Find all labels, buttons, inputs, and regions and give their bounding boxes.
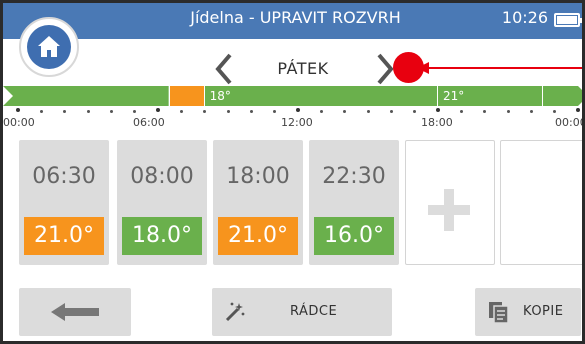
thermostat-screen: Jídelna - UPRAVIT ROZVRH 10:26 PÁTEK 18°… xyxy=(0,0,585,344)
copy-label: KOPIE xyxy=(523,304,564,319)
annotation-line xyxy=(421,67,582,69)
program-tile-1[interactable]: 06:30 21.0° xyxy=(19,140,109,265)
timeline-segment xyxy=(204,86,437,106)
add-program-tile[interactable] xyxy=(405,140,495,265)
timeline-tick xyxy=(343,110,347,113)
previous-day-button[interactable] xyxy=(208,51,238,87)
timeline-tick xyxy=(483,110,487,113)
day-navigator: PÁTEK xyxy=(203,51,403,87)
wizard-label: RÁDCE xyxy=(290,304,338,319)
segment-temp-label: 18° xyxy=(209,89,231,103)
timeline-tick xyxy=(576,108,580,112)
timeline-tick xyxy=(179,110,183,113)
timeline-hour-label: 00:00 xyxy=(555,116,585,129)
program-time: 06:30 xyxy=(32,164,96,189)
segment-temp-label: 21° xyxy=(443,89,465,103)
timeline-tick xyxy=(273,110,277,113)
plus-icon xyxy=(428,189,470,231)
timeline-tick xyxy=(133,110,137,113)
timeline-segment xyxy=(543,86,585,106)
timeline-segment xyxy=(169,86,204,106)
timeline-tick xyxy=(39,110,43,113)
timeline-hour-label: 00:00 xyxy=(3,116,35,129)
program-temp: 18.0° xyxy=(122,217,202,255)
timeline-tick xyxy=(296,108,300,112)
arrow-left-icon xyxy=(51,303,99,321)
magic-wand-icon xyxy=(225,302,245,322)
timeline-tick xyxy=(506,110,510,113)
wizard-button[interactable]: RÁDCE xyxy=(212,288,392,336)
timeline-segment xyxy=(3,86,169,106)
timeline-tick xyxy=(249,110,253,113)
timeline-tick xyxy=(16,108,20,112)
timeline-tick xyxy=(203,110,207,113)
clock: 10:26 xyxy=(501,8,548,27)
timeline-hour-label: 12:00 xyxy=(281,116,313,129)
home-icon xyxy=(27,25,71,69)
battery-icon xyxy=(554,13,582,27)
home-button[interactable] xyxy=(19,17,79,77)
timeline-tick xyxy=(109,110,113,113)
copy-button[interactable]: KOPIE xyxy=(475,288,581,336)
annotation-dot xyxy=(393,52,424,83)
program-tile-4[interactable]: 22:30 16.0° xyxy=(309,140,399,265)
program-temp: 21.0° xyxy=(24,217,104,255)
timeline-tick xyxy=(459,110,463,113)
timeline-scale: 00:00 06:00 12:00 18:00 00:00 xyxy=(3,106,585,132)
timeline-tick xyxy=(156,108,160,112)
program-time: 08:00 xyxy=(130,164,194,189)
timeline-hour-label: 06:00 xyxy=(133,116,165,129)
program-tile-2[interactable]: 08:00 18.0° xyxy=(117,140,207,265)
header-bar: Jídelna - UPRAVIT ROZVRH 10:26 xyxy=(3,3,582,39)
schedule-timeline: 18° 21° xyxy=(3,86,585,106)
timeline-tick xyxy=(226,110,230,113)
back-button[interactable] xyxy=(19,288,131,336)
chevron-left-icon xyxy=(215,53,232,85)
timeline-hour-label: 18:00 xyxy=(421,116,453,129)
timeline-tick xyxy=(553,110,557,113)
timeline-tick xyxy=(389,110,393,113)
timeline-tick xyxy=(413,110,417,113)
screen-title: Jídelna - UPRAVIT ROZVRH xyxy=(190,8,401,27)
timeline-tick xyxy=(86,110,90,113)
timeline-tick xyxy=(436,108,440,112)
program-tile-3[interactable]: 18:00 21.0° xyxy=(213,140,303,265)
copy-icon xyxy=(489,302,509,324)
timeline-tick xyxy=(319,110,323,113)
day-label: PÁTEK xyxy=(277,59,329,78)
empty-program-tile[interactable] xyxy=(500,140,582,265)
program-time: 22:30 xyxy=(322,164,386,189)
program-temp: 16.0° xyxy=(314,217,394,255)
program-time: 18:00 xyxy=(226,164,290,189)
timeline-tick xyxy=(63,110,67,113)
timeline-tick xyxy=(366,110,370,113)
timeline-tick xyxy=(529,110,533,113)
program-temp: 21.0° xyxy=(218,217,298,255)
